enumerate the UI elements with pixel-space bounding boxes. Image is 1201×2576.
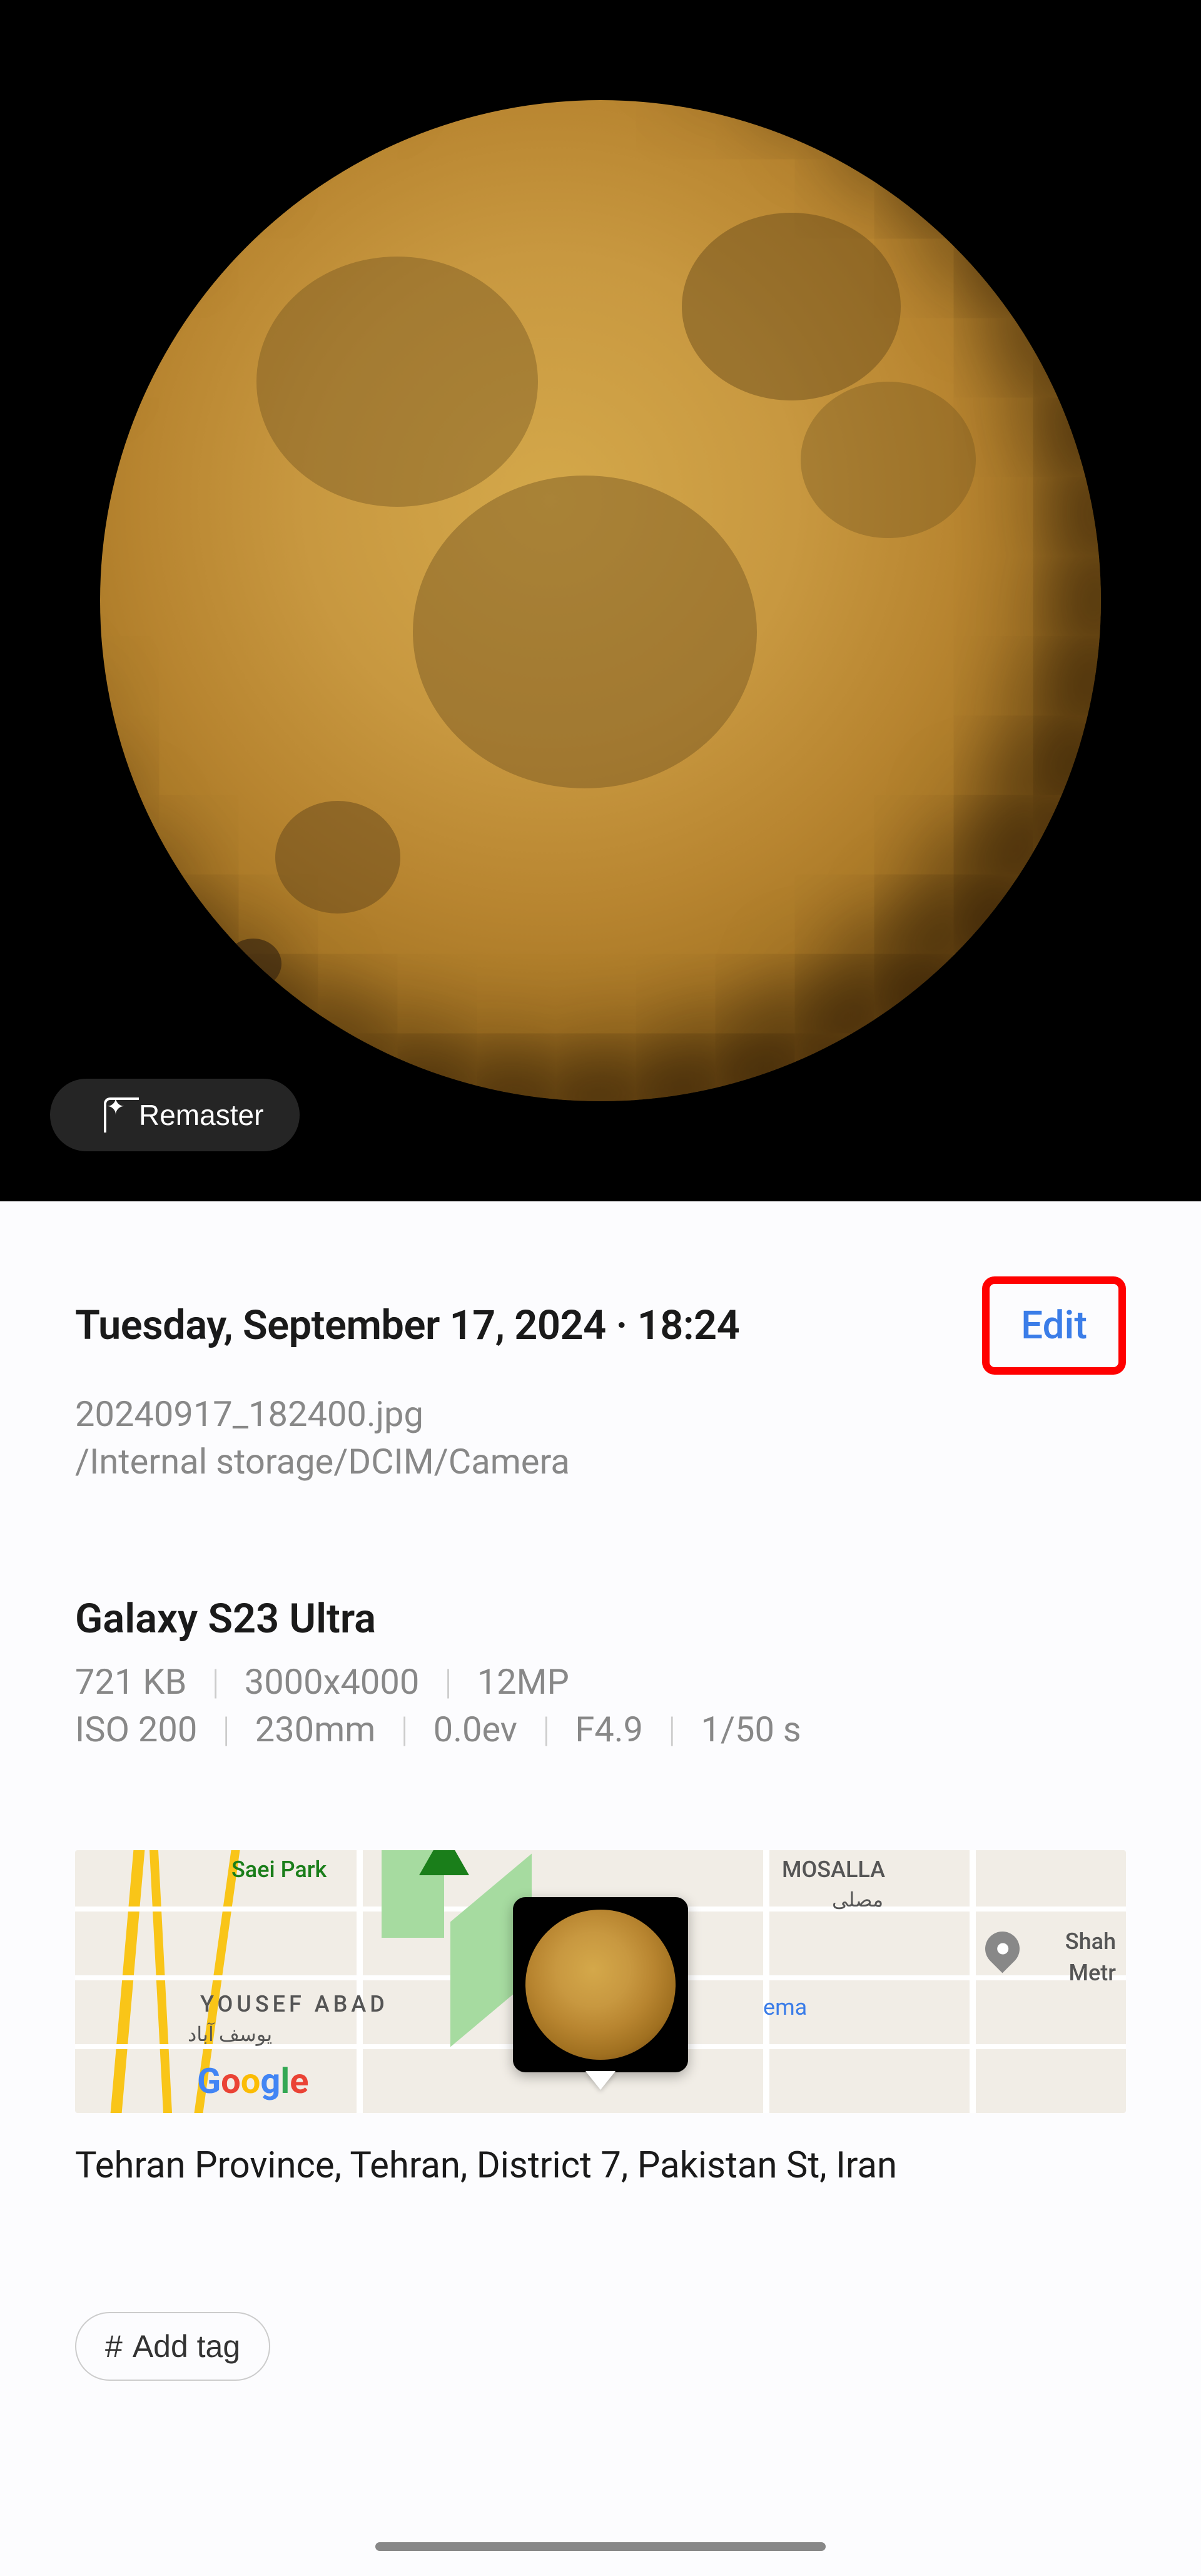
remaster-label: Remaster bbox=[139, 1098, 263, 1132]
focal-length: 230mm bbox=[255, 1709, 376, 1750]
file-meta-row: 721 KB | 3000x4000 | 12MP bbox=[75, 1661, 1126, 1703]
edit-button[interactable]: Edit bbox=[1021, 1303, 1087, 1348]
remaster-sparkle-icon: ✦ bbox=[86, 1097, 121, 1133]
exposure-value: 0.0ev bbox=[433, 1709, 517, 1750]
hashtag-icon: # bbox=[105, 2328, 123, 2365]
info-panel: Tuesday, September 17, 2024 · 18:24 Edit… bbox=[0, 1201, 1201, 2431]
add-tag-label: Add tag bbox=[133, 2328, 240, 2365]
file-size: 721 KB bbox=[75, 1661, 186, 1703]
megapixels: 12MP bbox=[477, 1661, 569, 1703]
photo-filename: 20240917_182400.jpg bbox=[75, 1393, 1126, 1435]
map-label-mosalla-ar: مصلی bbox=[832, 1888, 883, 1912]
park-tree-icon bbox=[419, 1850, 469, 1875]
map-label-metr: Metr bbox=[1069, 1960, 1116, 1986]
remaster-button[interactable]: ✦ Remaster bbox=[50, 1079, 300, 1151]
map-label-shah: Shah bbox=[1065, 1928, 1116, 1955]
iso-value: ISO 200 bbox=[75, 1709, 197, 1750]
map-label-saei-park: Saei Park bbox=[231, 1856, 327, 1883]
photo-preview[interactable]: ✦ Remaster bbox=[0, 0, 1201, 1201]
google-logo: Google bbox=[197, 2060, 308, 2102]
map-label-mosalla: MOSALLA bbox=[782, 1856, 885, 1883]
map-label-yousef-abad-ar: یوسف آباد bbox=[188, 2022, 272, 2046]
moon-photo bbox=[100, 100, 1101, 1101]
edit-highlight-box: Edit bbox=[982, 1276, 1126, 1375]
home-indicator[interactable] bbox=[375, 2542, 826, 2551]
photo-address: Tehran Province, Tehran, District 7, Pak… bbox=[75, 2144, 1126, 2187]
aperture: F4.9 bbox=[575, 1709, 643, 1750]
map-label-yousef-abad: YOUSEF ABAD bbox=[200, 1991, 388, 2017]
location-map[interactable]: Saei Park MOSALLA مصلی YOUSEF ABAD یوسف … bbox=[75, 1850, 1126, 2113]
photo-filepath: /Internal storage/DCIM/Camera bbox=[75, 1441, 1126, 1482]
map-photo-marker bbox=[513, 1897, 688, 2090]
thumbnail-moon bbox=[525, 1910, 676, 2060]
map-pin-gray-icon bbox=[978, 1925, 1027, 1973]
device-name: Galaxy S23 Ultra bbox=[75, 1595, 1126, 1642]
photo-datetime: Tuesday, September 17, 2024 · 18:24 bbox=[75, 1301, 739, 1349]
map-label-ema: ema bbox=[763, 1994, 807, 2020]
shutter-speed: 1/50 s bbox=[701, 1709, 801, 1750]
add-tag-button[interactable]: # Add tag bbox=[75, 2312, 270, 2381]
resolution: 3000x4000 bbox=[245, 1661, 420, 1703]
camera-meta-row: ISO 200 | 230mm | 0.0ev | F4.9 | 1/50 s bbox=[75, 1709, 1126, 1750]
